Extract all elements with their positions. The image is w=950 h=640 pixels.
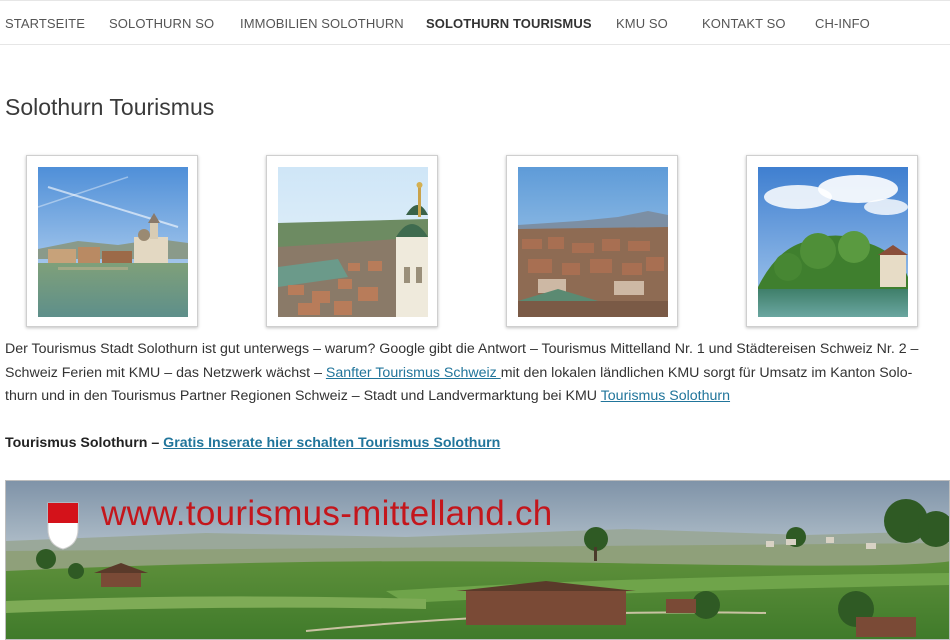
photo-tower-view [278, 167, 428, 317]
nav-item-solothurn-so[interactable]: SOLOTHURN SO [109, 16, 214, 31]
link-sanfter-tourismus-schweiz[interactable]: Sanfter Tourismus Schweiz [326, 365, 501, 381]
gratis-inserate-line: Tourismus Solothurn – Gratis Inserate hi… [5, 435, 500, 451]
photo-green-island [758, 167, 908, 317]
nav-item-immobilien-solothurn[interactable]: IMMOBILIEN SOLOTHURN [240, 16, 404, 31]
gallery-thumbnail-tower-view[interactable] [266, 155, 438, 327]
photo-old-town-rooftops [518, 167, 668, 317]
gratis-inserate-label: Tourismus Solothurn – [5, 435, 164, 451]
top-navigation: STARTSEITE SOLOTHURN SO IMMOBILIEN SOLOT… [0, 0, 950, 45]
paragraph-line-2-end: mit den lokalen ländlichen KMU sorgt für… [500, 364, 913, 381]
nav-item-startseite[interactable]: STARTSEITE [5, 16, 85, 31]
solothurn-crest-icon [47, 502, 79, 550]
link-tourismus-solothurn[interactable]: Tourismus Solothurn [601, 388, 730, 404]
gallery-thumbnail-river-town[interactable] [26, 155, 198, 327]
nav-item-kmu-so[interactable]: KMU SO [616, 16, 668, 31]
paragraph-line-2-start: Schweiz Ferien mit KMU – das Netzwerk wä… [5, 364, 326, 381]
banner-url-text: www.tourismus-mittelland.ch [101, 494, 553, 533]
intro-paragraph: Der Tourismus Stadt Solothurn ist gut un… [5, 338, 950, 409]
nav-item-solothurn-tourismus[interactable]: SOLOTHURN TOURISMUS [426, 16, 592, 31]
link-gratis-inserate[interactable]: Gratis Inserate hier schalten Tourismus … [163, 435, 500, 451]
nav-item-ch-info[interactable]: CH-INFO [815, 16, 870, 31]
paragraph-line-3-start: thurn und in den Tourismus Partner Regio… [5, 388, 601, 404]
gallery-thumbnail-green-island[interactable] [746, 155, 918, 327]
photo-river-town [38, 167, 188, 317]
nav-item-kontakt-so[interactable]: KONTAKT SO [702, 16, 786, 31]
tourismus-mittelland-banner[interactable]: www.tourismus-mittelland.ch [5, 480, 950, 640]
page-title: Solothurn Tourismus [5, 94, 215, 120]
gallery-thumbnail-old-town-rooftops[interactable] [506, 155, 678, 327]
paragraph-line-1: Der Tourismus Stadt Solothurn ist gut un… [5, 341, 919, 357]
